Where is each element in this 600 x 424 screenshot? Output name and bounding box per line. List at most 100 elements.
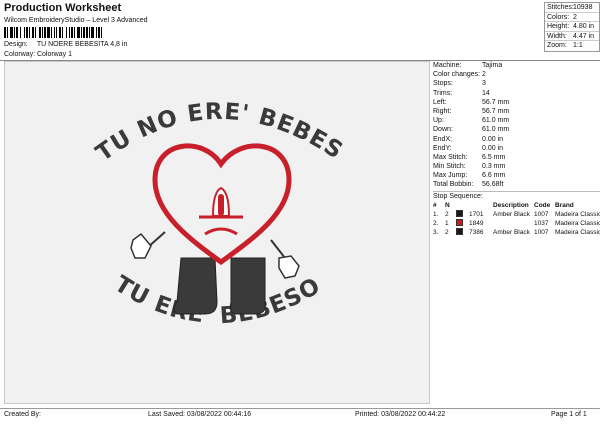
stats-row: Stitches: 10938 [545,3,599,13]
stats-value: 1:1 [573,42,583,49]
footer-divider [0,408,600,409]
stop-sequence-header: # N Description Code Brand [433,201,600,210]
info-row: Left: 56.7 mm [433,98,600,107]
info-value: 6.6 mm [482,172,506,180]
info-value: 3 [482,80,486,88]
info-row: Color changes: 2 [433,70,600,79]
stats-row: Height: 4.80 in [545,22,599,32]
col-number: # [433,201,437,209]
design-info-panel: Machine: Tajima Color changes: 2 Stops: 3 Trim… [433,61,600,237]
stats-label: Height: [547,23,570,30]
color-swatch [456,219,463,227]
info-value: 2 [482,71,486,79]
seq-code-a: 1701 [469,210,484,218]
design-preview: TU NO ERE' BEBESITA TU ERE' BEBESOTA [0,42,430,404]
footer-printed: Printed: 03/08/2022 00:44:22 [355,411,446,418]
seq-code-a: 7386 [469,228,484,236]
stop-sequence-row: 2. 1 1849 1037 Madeira Classic 40 [433,219,600,228]
seq-swatch [456,210,469,219]
info-label: Trims: [433,89,453,97]
info-row: Max Jump: 6.6 mm [433,171,600,180]
info-value: 14 [482,89,490,97]
stats-label: Colors: [547,13,570,21]
stats-label: Stitches: [547,4,574,11]
info-label: Up: [433,117,444,125]
info-label: Color changes: [433,71,481,79]
info-value: 56.68ft [482,181,504,189]
stop-sequence-title: Stop Sequence: [433,192,483,200]
worksheet-title: Production Worksheet [4,2,122,14]
colorway-value: Colorway 1 [36,51,72,58]
seq-code: 1037 [534,219,549,227]
info-value: Tajima [482,62,503,69]
seq-number: 2. [433,219,439,227]
seq-number: 3. [433,228,439,236]
info-value: 56.7 mm [482,107,510,115]
info-label: Machine: [433,62,462,69]
seq-brand: Madeira Classic 40 [555,228,600,236]
right-arm [270,239,286,259]
design-label: Design: [4,41,28,48]
footer-page: Page 1 of 1 [551,411,587,418]
info-label: Min Stitch: [433,163,466,171]
seq-number: 1. [433,210,439,218]
info-value: 6.5 mm [482,153,506,161]
info-row: Machine: Tajima [433,61,600,70]
info-value: 0.00 in [482,144,504,152]
colorway-row: Colorway: Colorway 1 [4,51,72,58]
barcode [4,27,154,38]
info-value: 56.7 mm [482,98,510,106]
seq-description: Amber Black [493,228,530,236]
info-row: EndY: 0.00 in [433,144,600,153]
seq-swatch [456,219,469,228]
info-row: Up: 61.0 mm [433,116,600,125]
stats-row: Zoom: 1:1 [545,41,599,51]
stop-sequence-row: 3. 2 7386 Amber Black 1007 Madeira Classic 40 [433,228,600,237]
info-label: Stops: [433,80,453,88]
stats-label: Width: [547,32,567,40]
software-name: Wilcom EmbroideryStudio – Level 3 Advanc… [4,17,148,24]
footer-created-by: Created By: [4,411,41,418]
eye-left-pupil [218,194,224,216]
embroidery-design: TU NO ERE' BEBESITA TU ERE' BEBESOTA [0,42,347,329]
info-value: 0.00 in [482,135,504,143]
right-glove [278,255,300,279]
info-value: 0.3 mm [482,163,506,171]
info-row: Stops: 3 [433,79,600,88]
info-label: Down: [433,126,453,134]
info-label: Max Stitch: [433,153,468,161]
seq-code: 1007 [534,228,549,236]
info-row: Total Bobbin: 56.68ft [433,180,600,189]
col-description: Description [493,201,529,209]
info-row: EndX: 0.00 in [433,135,600,144]
seq-stop: 1 [445,219,449,227]
stats-label: Zoom: [547,42,567,49]
seq-code-a: 1849 [469,219,484,227]
left-leg [173,257,218,315]
seq-description: Amber Black [493,210,530,218]
info-row: Trims: 14 [433,89,600,98]
stats-value: 2 [573,13,577,21]
info-value: 61.0 mm [482,117,510,125]
barcode-bar [102,27,104,38]
info-row: Right: 56.7 mm [433,107,600,116]
info-row: Max Stitch: 6.5 mm [433,153,600,162]
info-label: Right: [433,107,452,115]
stats-value: 4.47 in [573,32,595,40]
info-label: EndY: [433,144,452,152]
stop-sequence-row: 1. 2 1701 Amber Black 1007 Madeira Classic 40 [433,210,600,219]
colorway-label: Colorway: [4,51,36,58]
stats-value: 4.80 in [573,23,595,30]
color-swatch [456,228,463,236]
stats-box: Stitches: 10938 Colors: 2 Height: 4.80 in W… [544,2,600,52]
seq-stop: 2 [445,210,449,218]
info-row: Down: 61.0 mm [433,125,600,134]
seq-swatch [456,228,469,237]
stats-value: 10938 [573,4,593,11]
design-name: TU NOERE BEBESITA 4,8 in [36,41,128,48]
color-swatch [456,210,463,218]
info-label: Max Jump: [433,172,468,180]
info-label: EndX: [433,135,453,143]
col-stop: N [445,201,450,209]
col-code: Code [534,201,551,209]
